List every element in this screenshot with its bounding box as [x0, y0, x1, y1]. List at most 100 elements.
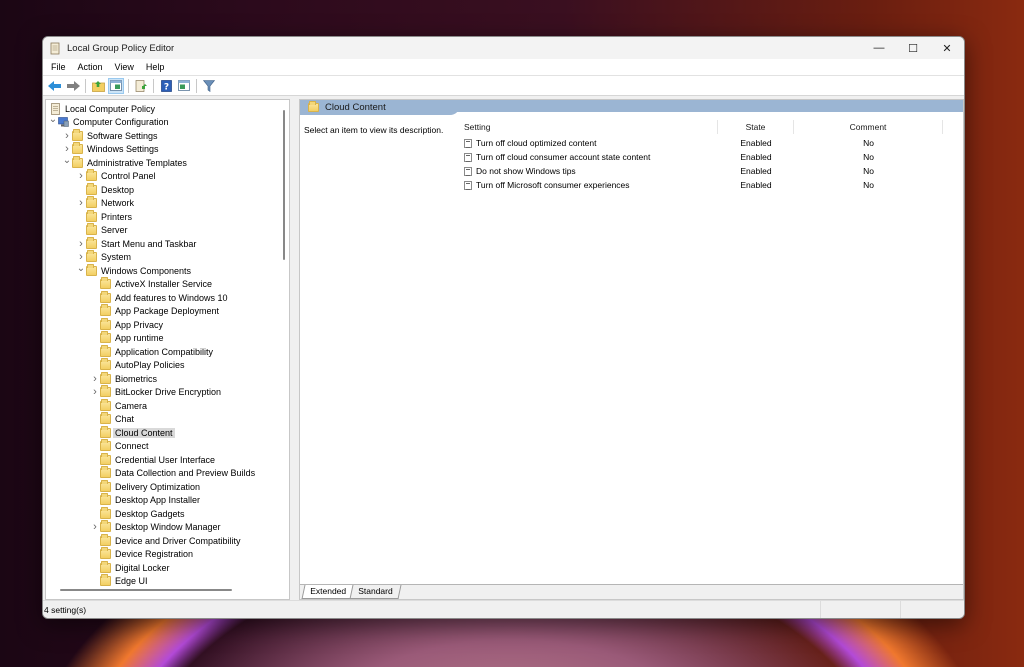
show-hide-console-tree-button[interactable]	[108, 77, 124, 94]
app-window: Local Group Policy Editor — ☐ ✕ File Act…	[42, 36, 965, 619]
tree-item[interactable]: App Privacy	[46, 317, 289, 332]
tab-standard-label: Standard	[358, 586, 393, 596]
folder-icon	[100, 344, 111, 357]
tree-item[interactable]: Add features to Windows 10	[46, 290, 289, 305]
setting-name: Do not show Windows tips	[476, 166, 576, 176]
policy-setting-icon	[464, 152, 472, 162]
folder-icon	[100, 439, 111, 452]
tree-item[interactable]: Digital Locker	[46, 560, 289, 575]
tree-item[interactable]: ⌄ Administrative Templates	[46, 155, 289, 170]
tree-item[interactable]: AutoPlay Policies	[46, 358, 289, 373]
tree-item-label: Desktop App Installer	[115, 495, 201, 506]
cell-comment: No	[863, 166, 874, 176]
column-header-setting[interactable]: Setting	[460, 120, 718, 134]
menu-action[interactable]: Action	[72, 62, 109, 72]
tree-item[interactable]: Local Computer Policy	[46, 102, 289, 116]
export-list-button[interactable]	[133, 78, 149, 94]
action-pane-icon	[178, 80, 190, 91]
console-tree: Local Computer Policy ⌄ Computer Configura…	[45, 99, 290, 600]
tree-item[interactable]: › Network	[46, 196, 289, 211]
menu-help[interactable]: Help	[140, 62, 171, 72]
tree-item[interactable]: Edge UI	[46, 574, 289, 589]
chevron-down-icon[interactable]: ⌄	[62, 155, 72, 166]
menu-file[interactable]: File	[45, 62, 72, 72]
chevron-down-icon[interactable]: ⌄	[48, 114, 58, 125]
close-button[interactable]: ✕	[930, 37, 964, 59]
tree-item[interactable]: › Software Settings	[46, 128, 289, 143]
tree-item[interactable]: Device Registration	[46, 547, 289, 562]
tree-item-label: Digital Locker	[115, 562, 170, 573]
chevron-right-icon[interactable]: ›	[76, 251, 86, 263]
tree-item[interactable]: › Biometrics	[46, 371, 289, 386]
tab-standard[interactable]: Standard	[349, 585, 401, 599]
table-row[interactable]: Turn off cloud optimized content Enabled N…	[460, 136, 943, 150]
tree-item-label: Application Compatibility	[115, 346, 214, 357]
tree-item[interactable]: › BitLocker Drive Encryption	[46, 385, 289, 400]
chevron-right-icon[interactable]: ›	[62, 130, 72, 142]
tree-item[interactable]: Application Compatibility	[46, 344, 289, 359]
chevron-right-icon[interactable]: ›	[76, 197, 86, 209]
tree-item[interactable]: › Desktop Window Manager	[46, 520, 289, 535]
column-header-state[interactable]: State	[718, 120, 794, 134]
tree-horizontal-scrollbar[interactable]	[60, 589, 232, 591]
tab-extended[interactable]: Extended	[301, 585, 355, 599]
tree-item-label: AutoPlay Policies	[115, 360, 185, 371]
tree-item[interactable]: App Package Deployment	[46, 304, 289, 319]
minimize-button[interactable]: —	[862, 37, 896, 59]
tree-item-label: App Privacy	[115, 319, 164, 330]
tree-item[interactable]: Device and Driver Compatibility	[46, 533, 289, 548]
tree-item[interactable]: Desktop Gadgets	[46, 506, 289, 521]
tree-item[interactable]: Data Collection and Preview Builds	[46, 466, 289, 481]
policy-setting-icon	[464, 138, 472, 148]
tree-vertical-scrollbar[interactable]	[283, 110, 285, 260]
tree-item-label: Edge UI	[115, 576, 148, 587]
tree-item-label: App runtime	[115, 333, 164, 344]
table-row[interactable]: Turn off cloud consumer account state co…	[460, 150, 943, 164]
up-one-level-button[interactable]	[90, 78, 106, 94]
folder-icon	[100, 493, 111, 506]
tree-item-label: Control Panel	[101, 171, 156, 182]
folder-icon	[100, 479, 111, 492]
table-row[interactable]: Turn off Microsoft consumer experiences E…	[460, 178, 943, 192]
tree-item[interactable]: ActiveX Installer Service	[46, 277, 289, 292]
tree-item[interactable]: Server	[46, 223, 289, 238]
chevron-right-icon[interactable]: ›	[76, 170, 86, 182]
tree-item[interactable]: Printers	[46, 209, 289, 224]
tree-item-label: Local Computer Policy	[65, 103, 156, 114]
tree-item[interactable]: › Windows Settings	[46, 142, 289, 157]
chevron-right-icon[interactable]: ›	[90, 373, 100, 385]
chevron-right-icon[interactable]: ›	[90, 386, 100, 398]
tree-item[interactable]: Camera	[46, 398, 289, 413]
status-bar: 4 setting(s)	[43, 600, 964, 618]
chevron-right-icon[interactable]: ›	[90, 521, 100, 533]
tree-item[interactable]: › Start Menu and Taskbar	[46, 236, 289, 251]
tree-item[interactable]: Desktop	[46, 182, 289, 197]
tree-item[interactable]: Connect	[46, 439, 289, 454]
tree-item[interactable]: ⌄ Computer Configuration	[46, 114, 289, 130]
tree-item-label: App Package Deployment	[115, 306, 220, 317]
chevron-right-icon[interactable]: ›	[76, 238, 86, 250]
policy-setting-icon	[464, 180, 472, 190]
table-row[interactable]: Do not show Windows tips Enabled No	[460, 164, 943, 178]
tree-item[interactable]: Credential User Interface	[46, 452, 289, 467]
tree-item[interactable]: App runtime	[46, 331, 289, 346]
folder-icon	[100, 452, 111, 465]
folder-icon	[100, 317, 111, 330]
tree-item[interactable]: Desktop App Installer	[46, 493, 289, 508]
filter-button[interactable]	[201, 78, 217, 94]
maximize-button[interactable]: ☐	[896, 37, 930, 59]
forward-button[interactable]	[65, 78, 81, 94]
tree-item[interactable]: ⌄ Windows Components	[46, 263, 289, 278]
tree-item[interactable]: › Control Panel	[46, 169, 289, 184]
back-button[interactable]	[47, 78, 63, 94]
help-button[interactable]: ?	[158, 78, 174, 94]
show-hide-action-pane-button[interactable]	[176, 78, 192, 94]
chevron-down-icon[interactable]: ⌄	[76, 263, 86, 274]
menu-view[interactable]: View	[109, 62, 140, 72]
tree-item[interactable]: Chat	[46, 412, 289, 427]
chevron-right-icon[interactable]: ›	[62, 143, 72, 155]
folder-icon	[100, 304, 111, 317]
tree-item[interactable]: Delivery Optimization	[46, 479, 289, 494]
column-header-comment[interactable]: Comment	[794, 120, 943, 134]
tree-item[interactable]: Cloud Content	[46, 425, 289, 440]
